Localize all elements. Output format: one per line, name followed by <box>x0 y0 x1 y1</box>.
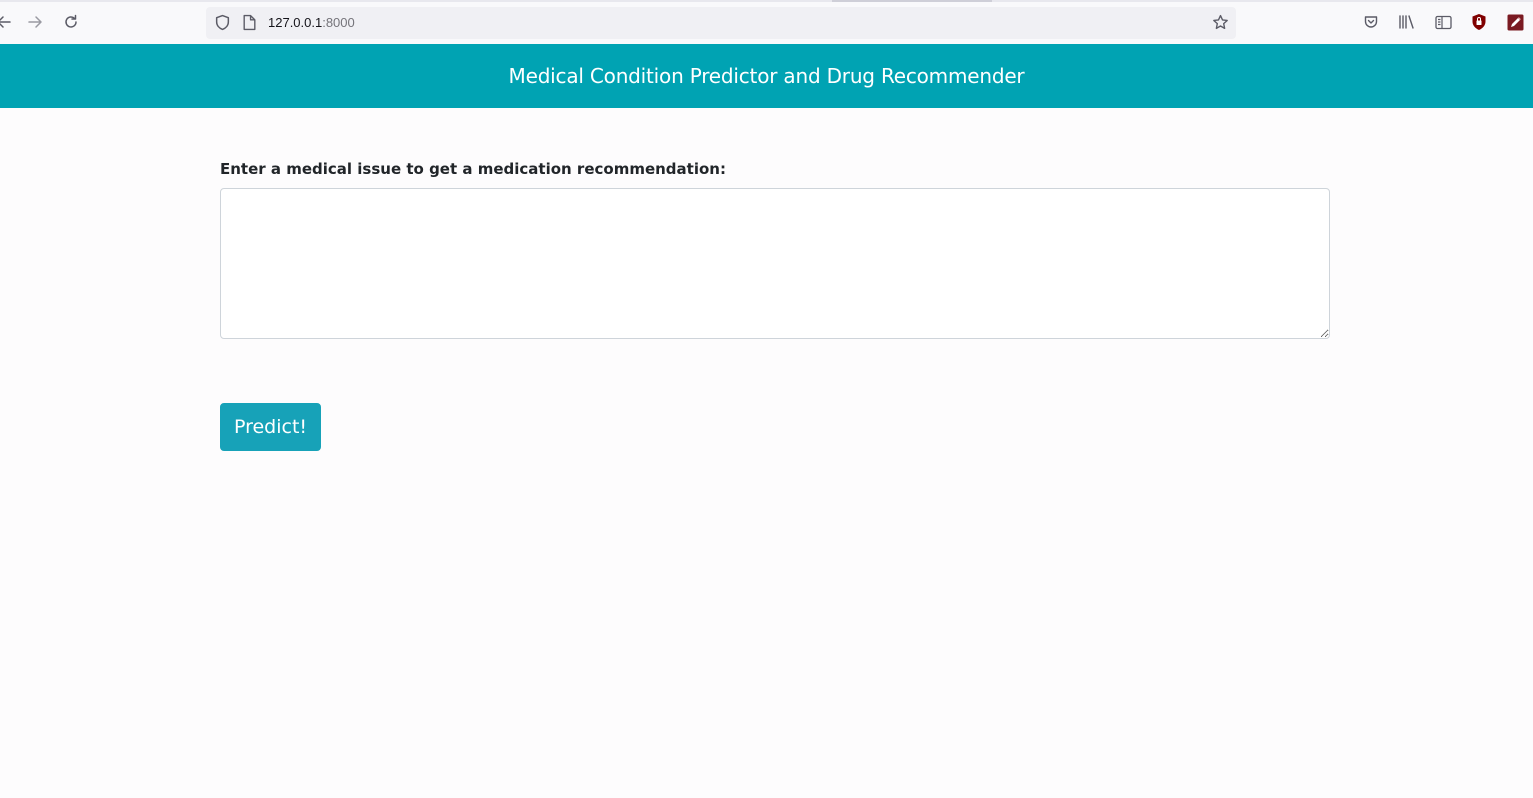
reload-button[interactable] <box>61 12 81 32</box>
tab[interactable] <box>832 0 992 2</box>
page-icon[interactable] <box>242 14 257 36</box>
forward-button[interactable] <box>25 12 45 32</box>
predict-button[interactable]: Predict! <box>220 403 321 451</box>
form-label: Enter a medical issue to get a medicatio… <box>220 160 726 178</box>
sidebar-icon[interactable] <box>1434 13 1452 31</box>
url-host: 127.0.0.1 <box>268 15 323 30</box>
url-port: :8000 <box>322 15 355 30</box>
back-button[interactable] <box>0 12 14 32</box>
library-icon[interactable] <box>1398 13 1416 31</box>
arrow-left-icon <box>0 16 11 28</box>
app-header: Medical Condition Predictor and Drug Rec… <box>0 44 1533 108</box>
star-icon[interactable] <box>1212 14 1229 36</box>
reload-icon <box>65 14 77 28</box>
shield-icon[interactable] <box>214 14 231 36</box>
arrow-right-icon <box>28 16 42 28</box>
pen-icon[interactable] <box>1506 13 1524 31</box>
url-text[interactable]: 127.0.0.1:8000 <box>268 15 355 31</box>
tab-strip <box>0 0 1533 2</box>
url-bar[interactable]: 127.0.0.1:8000 <box>206 7 1236 39</box>
ublock-shield-icon[interactable] <box>1470 13 1488 31</box>
pocket-icon[interactable] <box>1362 13 1380 31</box>
page-title: Medical Condition Predictor and Drug Rec… <box>508 64 1025 88</box>
browser-toolbar: 127.0.0.1:8000 <box>0 0 1533 44</box>
medical-issue-textarea[interactable] <box>220 188 1330 339</box>
